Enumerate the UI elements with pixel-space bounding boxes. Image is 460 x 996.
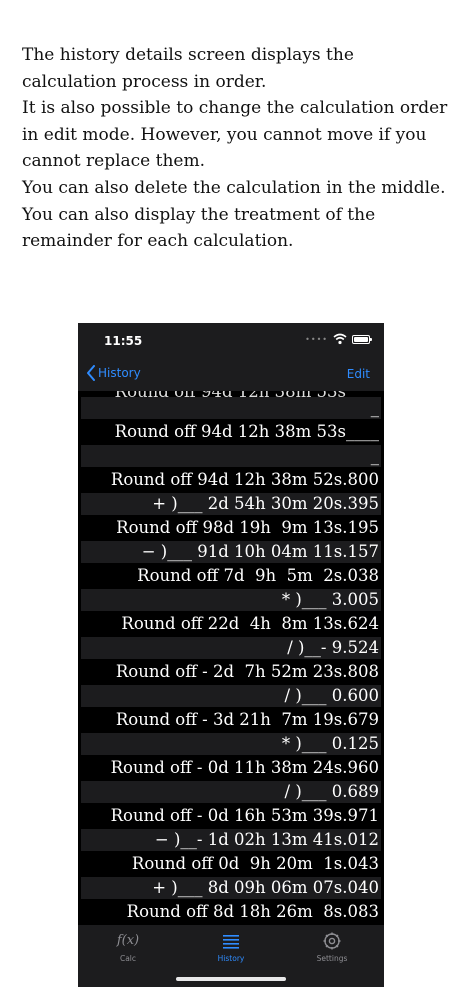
edit-button[interactable]: Edit <box>347 367 370 381</box>
history-row[interactable]: / )___ 0.689 <box>81 781 381 803</box>
history-row[interactable]: _ <box>81 445 381 467</box>
history-list[interactable]: Round off 94d 12h 38m 53s____ _ Round of… <box>81 391 381 925</box>
battery-icon <box>352 334 372 344</box>
history-row[interactable]: Round off 0d 9h 20m 1s.043 <box>81 853 381 875</box>
history-row[interactable]: Round off - 3d 21h 7m 19s.679 <box>81 709 381 731</box>
history-row[interactable]: Round off 8d 18h 26m 8s.083 <box>81 901 381 923</box>
history-row[interactable]: Round off 7d 9h 5m 2s.038 <box>81 565 381 587</box>
back-label: History <box>98 366 141 380</box>
history-row[interactable]: Round off 98d 19h 9m 13s.195 <box>81 517 381 539</box>
history-row[interactable]: Round off - 2d 7h 52m 23s.808 <box>81 661 381 683</box>
history-row[interactable]: / )___ 0.600 <box>81 685 381 707</box>
tab-calc[interactable]: f(x) Calc <box>88 931 168 963</box>
tab-label: Settings <box>316 954 348 963</box>
phone-screen: 11:55 •••• History Edit Round off 94d 12… <box>78 323 384 987</box>
intro-text: The history details screen displays the … <box>22 42 452 255</box>
history-row[interactable]: − )__- 1d 02h 13m 41s.012 <box>81 829 381 851</box>
intro-line: You can also display the treatment of th… <box>22 204 376 252</box>
fx-icon: f(x) <box>116 933 140 948</box>
history-row[interactable]: Round off - 0d 11h 38m 24s.960 <box>81 757 381 779</box>
status-time: 11:55 <box>104 334 143 348</box>
intro-line: You can also delete the calculation in t… <box>22 177 446 198</box>
history-row[interactable]: * )___ 0.125 <box>81 733 381 755</box>
tab-history[interactable]: History <box>191 931 271 963</box>
history-row[interactable]: + )___ 2d 54h 30m 20s.395 <box>81 493 381 515</box>
home-indicator[interactable] <box>176 977 286 981</box>
history-row[interactable]: Round off 94d 12h 38m 52s.800 <box>81 469 381 491</box>
history-row[interactable]: _ <box>81 397 381 419</box>
intro-line: It is also possible to change the calcul… <box>22 98 448 172</box>
history-row[interactable]: + )___ 8d 09h 06m 07s.040 <box>81 877 381 899</box>
history-row[interactable]: Round off 94d 12h 38m 53s____ <box>81 421 381 443</box>
nav-bar: History Edit <box>78 361 384 391</box>
history-row[interactable]: * )___ 3.005 <box>81 589 381 611</box>
wifi-icon <box>333 333 347 345</box>
tab-label: Calc <box>119 954 137 963</box>
tab-settings[interactable]: Settings <box>292 931 372 963</box>
history-row[interactable]: Round off 22d 4h 8m 13s.624 <box>81 613 381 635</box>
status-icons: •••• <box>305 333 372 345</box>
tab-bar: f(x) Calc History Settings <box>78 925 384 987</box>
intro-line: The history details screen displays the … <box>22 45 354 92</box>
history-row[interactable]: / )__- 9.524 <box>81 637 381 659</box>
tab-label: History <box>217 954 245 963</box>
signal-dots-icon: •••• <box>305 334 328 344</box>
history-row[interactable]: Round off - 0d 16h 53m 39s.971 <box>81 805 381 827</box>
history-row[interactable]: − )___ 91d 10h 04m 11s.157 <box>81 541 381 563</box>
back-button[interactable]: History <box>86 365 141 381</box>
gear-icon <box>323 932 341 950</box>
chevron-left-icon <box>87 365 95 381</box>
list-icon <box>223 935 239 949</box>
status-bar: 11:55 •••• <box>78 323 384 361</box>
